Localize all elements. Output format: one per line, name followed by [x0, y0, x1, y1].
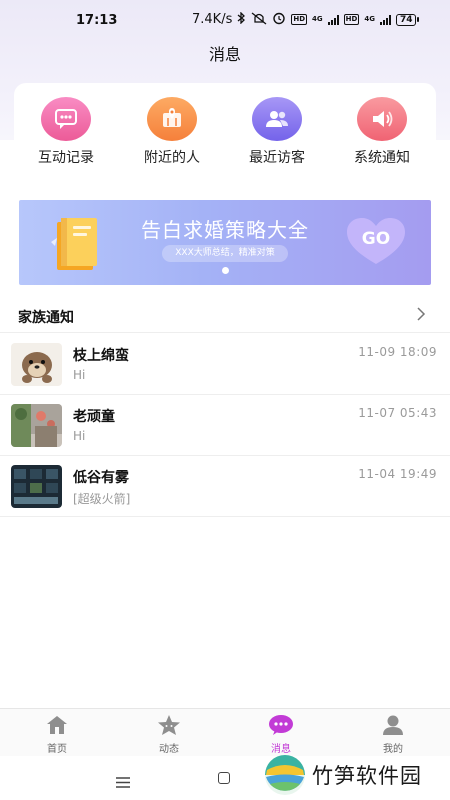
message-sender: 低谷有雾: [73, 470, 129, 486]
status-indicators: 7.4K/s HD 4G HD 4G 74: [192, 11, 420, 28]
message-item[interactable]: 老顽童 Hi 11-07 05:43: [0, 395, 450, 456]
map-pin-icon: [147, 97, 197, 141]
speaker-icon: [357, 97, 407, 141]
banner-go-button[interactable]: GO: [345, 216, 407, 266]
garden-photo-avatar: [11, 404, 62, 447]
tab-label: 动态: [159, 744, 179, 755]
chevron-right-icon: [415, 306, 427, 326]
quick-entry-label: 系统通知: [354, 150, 410, 166]
quick-entry-card: 互动记录 附近的人 最近访客 系统通知: [14, 83, 436, 183]
tab-profile[interactable]: 我的: [353, 713, 433, 755]
watermark: 竹笋软件园: [264, 754, 422, 796]
otter-avatar: [11, 343, 62, 386]
tab-messages[interactable]: 消息: [241, 713, 321, 755]
message-sender: 枝上绵蛮: [73, 348, 129, 364]
quick-entry-label: 互动记录: [38, 150, 94, 166]
battery-icon: 74: [395, 13, 420, 26]
signal-icon: [327, 14, 339, 25]
banner-subtitle: XXX大师总结，精准对策: [162, 245, 288, 262]
tab-label: 消息: [271, 744, 291, 755]
alarm-icon: [272, 11, 286, 28]
quick-entry-interactions[interactable]: 互动记录: [16, 97, 116, 167]
net-speed: 7.4K/s: [192, 12, 233, 27]
message-item[interactable]: 枝上绵蛮 Hi 11-09 18:09: [0, 334, 450, 395]
battery-level: 74: [395, 13, 417, 26]
family-notice-row[interactable]: 家族通知: [0, 298, 450, 333]
banner-page-indicator: [222, 267, 229, 274]
tab-home[interactable]: 首页: [17, 713, 97, 755]
home-button-icon[interactable]: [218, 772, 230, 784]
page-title: 消息: [208, 45, 241, 64]
family-notice-label: 家族通知: [18, 310, 74, 326]
tab-moments[interactable]: 动态: [129, 713, 209, 755]
message-time: 11-07 05:43: [358, 406, 437, 420]
message-time: 11-04 19:49: [358, 467, 437, 481]
watermark-logo-icon: [265, 755, 305, 795]
star-icon: [129, 713, 209, 737]
quick-entry-notifications[interactable]: 系统通知: [332, 97, 432, 167]
status-time: 17:13: [76, 13, 118, 28]
message-item[interactable]: 低谷有雾 [超级火箭] 11-04 19:49: [0, 456, 450, 517]
home-icon: [17, 713, 97, 737]
signal-icon-2: [379, 14, 391, 25]
message-sender: 老顽童: [73, 409, 115, 425]
quick-entry-label: 最近访客: [249, 150, 305, 166]
bottom-tab-bar: 首页 动态 消息 我的: [0, 708, 450, 756]
network-type: 4G: [312, 15, 323, 23]
quick-entry-nearby[interactable]: 附近的人: [122, 97, 222, 167]
status-bar: 17:13 7.4K/s HD 4G HD 4G 74: [0, 0, 450, 40]
message-time: 11-09 18:09: [358, 345, 437, 359]
watermark-text: 竹笋软件园: [312, 764, 422, 788]
network-type-2: 4G: [364, 15, 375, 23]
message-icon: [241, 713, 321, 737]
profile-icon: [353, 713, 433, 737]
message-preview: Hi: [73, 368, 86, 382]
tab-label: 首页: [47, 744, 67, 755]
banner-go-label: GO: [361, 229, 391, 249]
quick-entry-label: 附近的人: [144, 150, 200, 166]
message-preview: Hi: [73, 429, 86, 443]
promo-banner[interactable]: 告白求婚策略大全 XXX大师总结，精准对策 GO: [19, 200, 431, 285]
menu-icon[interactable]: [116, 773, 130, 792]
game-screenshot-avatar: [11, 465, 62, 508]
hd-badge: HD: [291, 14, 308, 25]
mute-icon: [251, 11, 267, 28]
chat-bubble-icon: [41, 97, 91, 141]
users-icon: [252, 97, 302, 141]
hd-badge-2: HD: [343, 14, 360, 25]
bluetooth-icon: [237, 11, 246, 27]
tab-label: 我的: [383, 744, 403, 755]
message-preview: [超级火箭]: [73, 492, 131, 506]
quick-entry-visitors[interactable]: 最近访客: [227, 97, 327, 167]
